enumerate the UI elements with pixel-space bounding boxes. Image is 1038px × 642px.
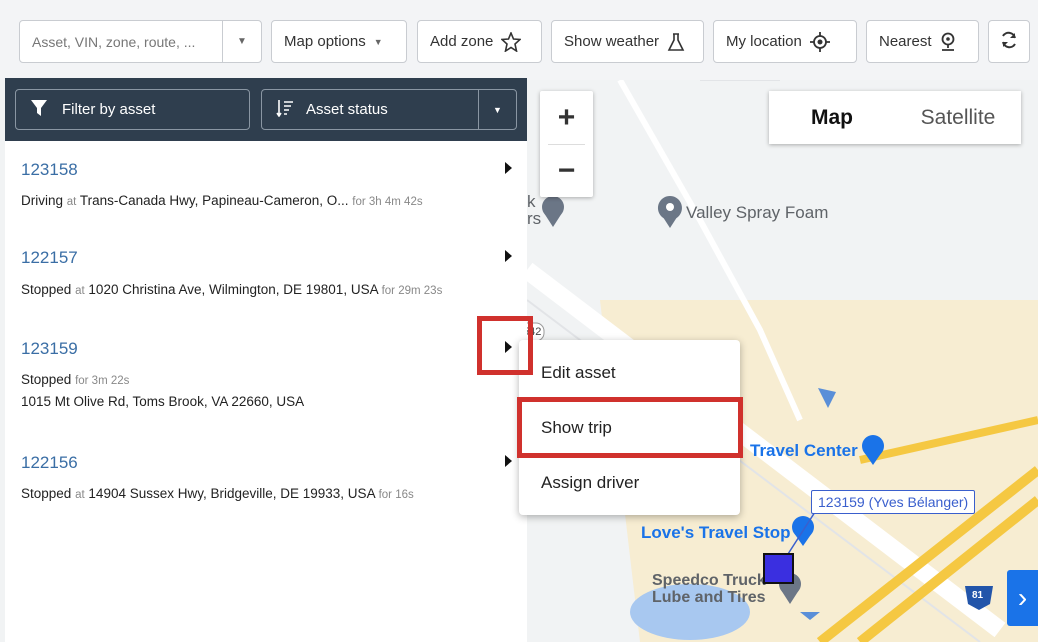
map-options-label: Map options (284, 33, 366, 50)
refresh-button[interactable] (988, 20, 1030, 63)
asset-location: Trans-Canada Hwy, Papineau-Cameron, O... (79, 193, 349, 208)
chevron-down-icon[interactable]: ▼ (223, 36, 261, 47)
chevron-down-icon[interactable]: ▼ (478, 90, 516, 129)
add-zone-button[interactable]: Add zone (417, 20, 542, 63)
asset-map-label[interactable]: 123159 (Yves Bélanger) (811, 490, 976, 514)
asset-duration: for 29m 23s (381, 285, 443, 297)
asset-status: Stopped (21, 372, 72, 387)
my-location-label: My location (726, 33, 802, 50)
poi-partial-label-2: rs (527, 209, 542, 228)
poi-speedco-line2[interactable]: Lube and Tires (652, 589, 766, 607)
at-text: at (75, 285, 85, 297)
map-options-button[interactable]: Map options ▼ (271, 20, 407, 63)
menu-item-assign-driver[interactable]: Assign driver (541, 473, 639, 493)
asset-marker[interactable] (763, 553, 794, 584)
asset-search[interactable]: Asset, VIN, zone, route, ... ▼ (19, 20, 262, 63)
asset-duration: for 3h 4m 42s (352, 196, 423, 208)
caret-right-icon[interactable] (505, 250, 512, 262)
map-type-satellite-button[interactable]: Satellite (895, 91, 1021, 144)
refresh-icon (1000, 31, 1018, 53)
asset-status: Stopped (21, 282, 72, 297)
menu-item-edit-asset[interactable]: Edit asset (541, 363, 616, 383)
asset-duration: for 16s (378, 489, 414, 501)
asset-status-label: Asset status (306, 101, 388, 118)
caret-right-icon[interactable] (505, 455, 512, 467)
crosshair-icon (809, 31, 830, 52)
route-shield-81: 81 (972, 590, 984, 601)
asset-status-line: Stopped at 14904 Sussex Hwy, Bridgeville… (21, 486, 414, 501)
asset-location: 1020 Christina Ave, Wilmington, DE 19801… (88, 282, 378, 297)
filter-by-asset-button[interactable]: Filter by asset (15, 89, 250, 130)
asset-id[interactable]: 122157 (21, 248, 78, 268)
poi-speedco-line1[interactable]: Speedco Truck (652, 572, 766, 590)
show-weather-button[interactable]: Show weather (551, 20, 704, 63)
poi-loves-travel-stop[interactable]: Love's Travel Stop (641, 523, 791, 543)
asset-list-panel: Filter by asset Asset status ▼ 123158 Dr… (5, 78, 527, 642)
zoom-in-button[interactable]: + (540, 91, 593, 144)
filter-icon (30, 99, 48, 121)
asset-status-line: Stopped at 1020 Christina Ave, Wilmingto… (21, 282, 442, 297)
asset-status-line: Stopped for 3m 22s (21, 372, 129, 387)
asset-status-line: Driving at Trans-Canada Hwy, Papineau-Ca… (21, 193, 423, 208)
map-type-map-button[interactable]: Map (769, 91, 895, 144)
sort-icon (276, 99, 294, 121)
asset-status: Driving (21, 193, 64, 208)
top-toolbar: Asset, VIN, zone, route, ... ▼ Map optio… (0, 0, 1038, 80)
map-pin-icon (940, 32, 956, 52)
nearest-button[interactable]: Nearest (866, 20, 979, 63)
chevron-down-icon: ▼ (373, 36, 383, 47)
highlight-show-trip (517, 397, 743, 458)
map-type-toggle: Map Satellite (769, 91, 1021, 144)
poi-travel-center[interactable]: Travel Center (750, 441, 858, 461)
at-text: at (66, 196, 77, 208)
asset-id[interactable]: 123159 (21, 339, 78, 359)
asset-duration: for 3m 22s (75, 375, 130, 387)
asset-status: Stopped (21, 486, 72, 501)
highlight-caret (477, 316, 533, 375)
panel-header: Filter by asset Asset status ▼ (5, 78, 527, 141)
poi-valley-spray-foam[interactable]: Valley Spray Foam (686, 203, 828, 223)
chevron-right-icon: › (1017, 582, 1028, 613)
zoom-control: + − (540, 91, 593, 197)
at-text: at (75, 489, 85, 501)
asset-id[interactable]: 123158 (21, 160, 78, 180)
filter-label: Filter by asset (62, 101, 156, 118)
asset-location: 1015 Mt Olive Rd, Toms Brook, VA 22660, … (21, 394, 305, 409)
expand-panel-button[interactable]: › (1007, 570, 1038, 626)
add-zone-label: Add zone (430, 33, 494, 50)
caret-right-icon[interactable] (505, 162, 512, 174)
asset-location: 14904 Sussex Hwy, Bridgeville, DE 19933,… (88, 486, 375, 501)
zoom-out-button[interactable]: − (540, 144, 593, 197)
nearest-label: Nearest (879, 33, 932, 50)
asset-status-select[interactable]: Asset status ▼ (261, 89, 517, 130)
asset-id[interactable]: 122156 (21, 453, 78, 473)
my-location-button[interactable]: My location (713, 20, 857, 63)
search-input[interactable]: Asset, VIN, zone, route, ... (20, 34, 222, 50)
star-plus-icon (501, 31, 522, 52)
flask-icon (667, 32, 685, 52)
show-weather-label: Show weather (564, 33, 660, 50)
